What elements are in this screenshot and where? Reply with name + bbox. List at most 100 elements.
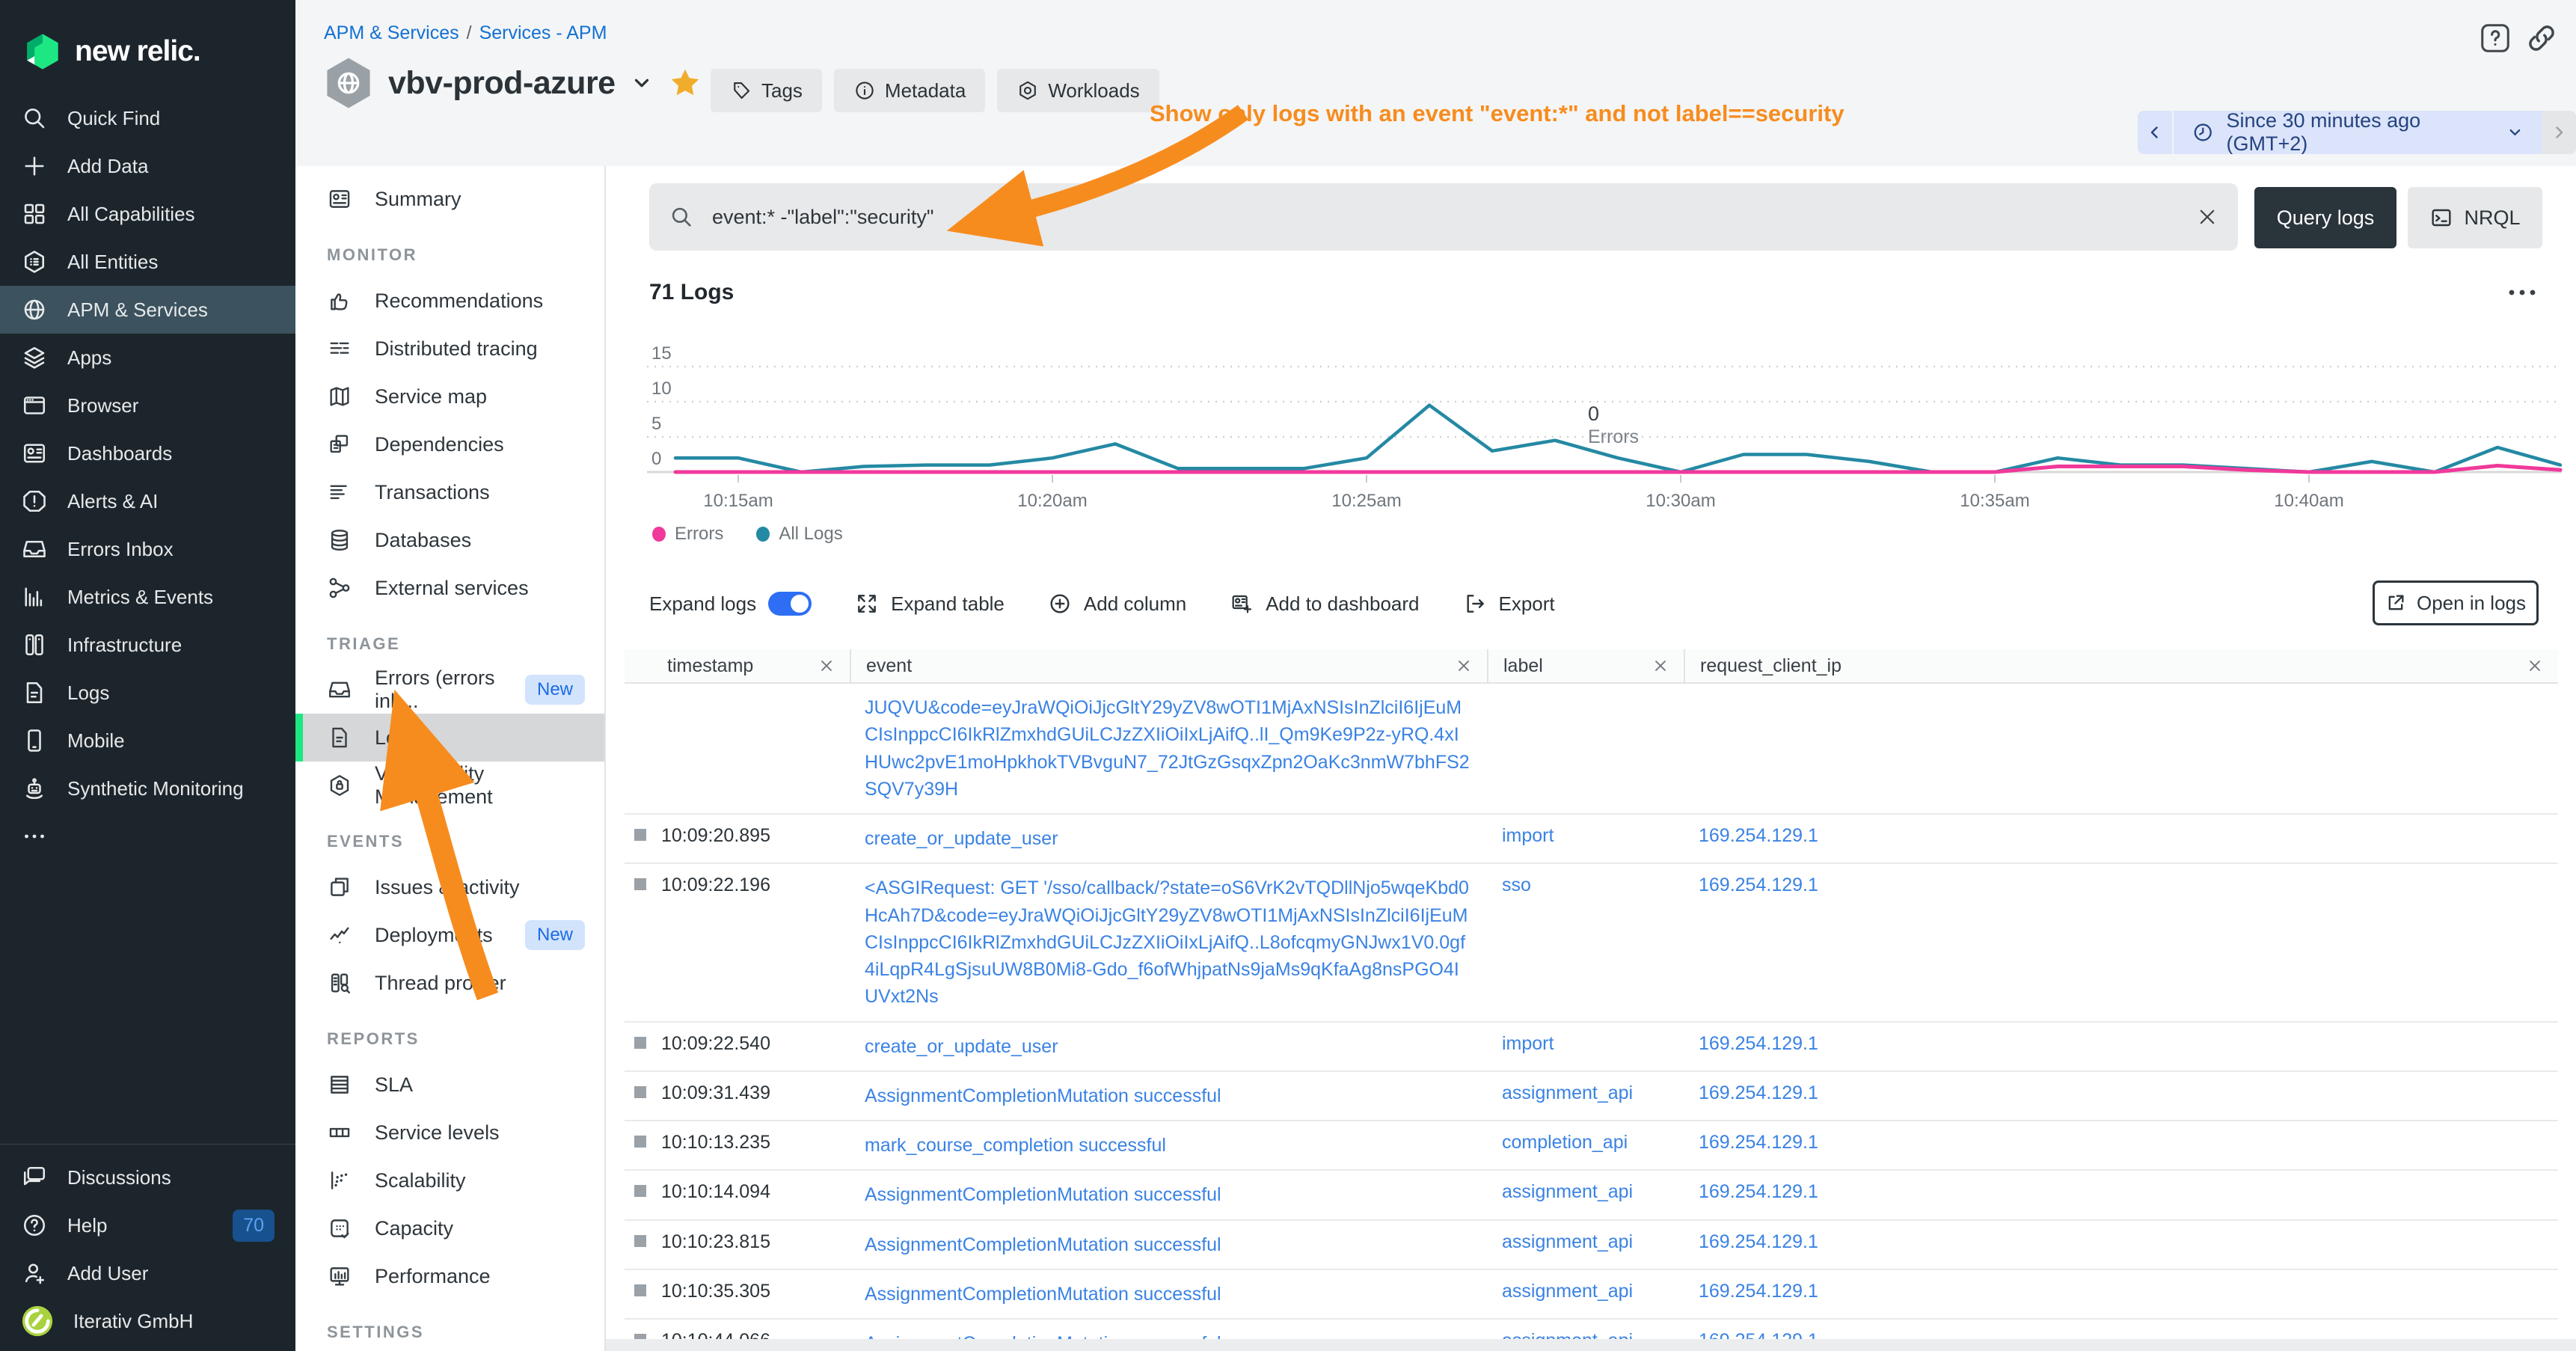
label-link[interactable]: assignment_api bbox=[1502, 1082, 1633, 1103]
sidebar-item-errors-inbox[interactable]: Errors Inbox bbox=[0, 525, 295, 573]
event-link[interactable]: create_or_update_user bbox=[865, 1036, 1058, 1057]
entity-switcher-chevron-down-icon[interactable] bbox=[631, 72, 653, 94]
favorite-star-icon[interactable] bbox=[668, 66, 702, 100]
subnav-item-transactions[interactable]: Transactions bbox=[295, 468, 604, 516]
subnav-item-logs[interactable]: Logs bbox=[295, 714, 604, 762]
sidebar-item-synthetic-monitoring[interactable]: Synthetic Monitoring bbox=[0, 765, 295, 812]
label-link[interactable]: import bbox=[1502, 825, 1554, 846]
column-header-request-client-ip[interactable]: request_client_ip bbox=[1684, 649, 2558, 682]
horizontal-scrollbar-track[interactable] bbox=[606, 1339, 2576, 1351]
event-link[interactable]: mark_course_completion successful bbox=[865, 1135, 1166, 1156]
subnav-item-summary[interactable]: Summary bbox=[295, 175, 604, 223]
log-row[interactable]: 10:10:35.305AssignmentCompletionMutation… bbox=[625, 1270, 2558, 1320]
time-range-value[interactable]: Since 30 minutes ago (GMT+2) bbox=[2174, 111, 2542, 154]
sidebar-footer-item-add-user[interactable]: Add User bbox=[0, 1249, 295, 1297]
log-row[interactable]: 10:10:23.815AssignmentCompletionMutation… bbox=[625, 1221, 2558, 1270]
legend-item-all-logs[interactable]: All Logs bbox=[756, 524, 842, 545]
clear-query-icon[interactable] bbox=[2196, 206, 2218, 228]
open-in-logs-button[interactable]: Open in logs bbox=[2373, 580, 2539, 625]
sidebar-item-add-data[interactable]: Add Data bbox=[0, 142, 295, 190]
log-row[interactable]: 10:09:31.439AssignmentCompletionMutation… bbox=[625, 1072, 2558, 1121]
sidebar-item-apps[interactable]: Apps bbox=[0, 334, 295, 382]
log-row[interactable]: 10:09:20.895create_or_update_userimport1… bbox=[625, 815, 2558, 864]
log-row[interactable]: 10:10:13.235mark_course_completion succe… bbox=[625, 1121, 2558, 1171]
new-relic-logo[interactable]: new relic. bbox=[0, 0, 295, 94]
subnav-item-dependencies[interactable]: Dependencies bbox=[295, 420, 604, 468]
subnav-item-external-services[interactable]: External services bbox=[295, 564, 604, 612]
subnav-item-issues-activity[interactable]: Issues & activity bbox=[295, 863, 604, 911]
log-row[interactable]: 10:09:22.540create_or_update_userimport1… bbox=[625, 1023, 2558, 1072]
log-row[interactable]: 10:10:14.094AssignmentCompletionMutation… bbox=[625, 1171, 2558, 1220]
subnav-item-service-map[interactable]: Service map bbox=[295, 373, 604, 420]
sidebar-item-all-entities[interactable]: All Entities bbox=[0, 238, 295, 286]
label-link[interactable]: import bbox=[1502, 1033, 1554, 1054]
subnav-item-databases[interactable]: Databases bbox=[295, 516, 604, 564]
remove-column-icon[interactable] bbox=[1652, 658, 1669, 674]
column-header-label[interactable]: label bbox=[1487, 649, 1684, 682]
sidebar-item-infrastructure[interactable]: Infrastructure bbox=[0, 621, 295, 669]
sidebar-item-apm-services[interactable]: APM & Services bbox=[0, 286, 295, 334]
subnav-item-errors-errors-inb[interactable]: Errors (errors inb...New bbox=[295, 666, 604, 714]
subnav-item-recommendations[interactable]: Recommendations bbox=[295, 277, 604, 325]
sidebar-footer-item-iterativ-gmbh[interactable]: Iterativ GmbH bbox=[0, 1297, 295, 1345]
log-query-input[interactable] bbox=[711, 205, 2180, 230]
subnav-item-deployments[interactable]: DeploymentsNew bbox=[295, 911, 604, 959]
remove-column-icon[interactable] bbox=[2527, 658, 2543, 674]
label-link[interactable]: sso bbox=[1502, 874, 1531, 895]
ip-link[interactable]: 169.254.129.1 bbox=[1699, 1181, 1818, 1202]
event-link[interactable]: AssignmentCompletionMutation successful bbox=[865, 1085, 1221, 1106]
log-row[interactable]: JUQVU&code=eyJraWQiOiJjcGltY29yZV8wOTI1M… bbox=[625, 684, 2558, 815]
sidebar-item-all-capabilities[interactable]: All Capabilities bbox=[0, 190, 295, 238]
nrql-button[interactable]: NRQL bbox=[2408, 187, 2542, 248]
export-button[interactable]: Export bbox=[1463, 592, 1555, 616]
sidebar-item-alerts-ai[interactable]: Alerts & AI bbox=[0, 477, 295, 525]
remove-column-icon[interactable] bbox=[1456, 658, 1472, 674]
ip-link[interactable]: 169.254.129.1 bbox=[1699, 1082, 1818, 1103]
time-range-picker[interactable]: Since 30 minutes ago (GMT+2) bbox=[2138, 111, 2576, 154]
sidebar-item-dashboards[interactable]: Dashboards bbox=[0, 429, 295, 477]
sidebar-item-logs[interactable]: Logs bbox=[0, 669, 295, 717]
sidebar-item-mobile[interactable]: Mobile bbox=[0, 717, 295, 765]
label-link[interactable]: assignment_api bbox=[1502, 1231, 1633, 1252]
sidebar-footer-item-help[interactable]: Help70 bbox=[0, 1201, 295, 1249]
tags-button[interactable]: Tags bbox=[711, 69, 822, 112]
event-link[interactable]: <ASGIRequest: GET '/sso/callback/?state=… bbox=[865, 877, 1469, 1007]
sidebar-item-metrics-events[interactable]: Metrics & Events bbox=[0, 573, 295, 621]
column-header-event[interactable]: event bbox=[850, 649, 1487, 682]
ip-link[interactable]: 169.254.129.1 bbox=[1699, 1281, 1818, 1302]
expand-logs-toggle[interactable] bbox=[768, 592, 812, 616]
subnav-item-vulnerability-management[interactable]: Vulnerability Management bbox=[295, 762, 604, 809]
sidebar-item-more[interactable] bbox=[0, 812, 295, 860]
subnav-item-capacity[interactable]: Capacity bbox=[295, 1204, 604, 1252]
subnav-item-performance[interactable]: Performance bbox=[295, 1252, 604, 1300]
subnav-item-sla[interactable]: SLA bbox=[295, 1061, 604, 1109]
label-link[interactable]: assignment_api bbox=[1502, 1281, 1633, 1302]
add-to-dashboard-button[interactable]: Add to dashboard bbox=[1230, 592, 1419, 616]
workloads-button[interactable]: Workloads bbox=[997, 69, 1159, 112]
remove-column-icon[interactable] bbox=[818, 658, 835, 674]
legend-item-errors[interactable]: Errors bbox=[652, 524, 723, 545]
event-link[interactable]: AssignmentCompletionMutation successful bbox=[865, 1184, 1221, 1205]
add-column-button[interactable]: Add column bbox=[1048, 592, 1186, 616]
time-range-prev-button[interactable] bbox=[2138, 111, 2174, 154]
ip-link[interactable]: 169.254.129.1 bbox=[1699, 1231, 1818, 1252]
sidebar-item-quick-find[interactable]: Quick Find bbox=[0, 94, 295, 142]
subnav-item-thread-profiler[interactable]: Thread profiler bbox=[295, 959, 604, 1007]
copy-link-icon[interactable] bbox=[2524, 21, 2559, 55]
breadcrumb-link-apm-services[interactable]: APM & Services bbox=[324, 22, 459, 43]
time-range-next-button[interactable] bbox=[2542, 111, 2576, 154]
sidebar-footer-item-discussions[interactable]: Discussions bbox=[0, 1154, 295, 1201]
metadata-button[interactable]: Metadata bbox=[834, 69, 985, 112]
ip-link[interactable]: 169.254.129.1 bbox=[1699, 1132, 1818, 1153]
subnav-item-service-levels[interactable]: Service levels bbox=[295, 1109, 604, 1157]
chart-options-menu-icon[interactable] bbox=[2506, 280, 2539, 305]
ip-link[interactable]: 169.254.129.1 bbox=[1699, 1033, 1818, 1054]
event-link[interactable]: JUQVU&code=eyJraWQiOiJjcGltY29yZV8wOTI1M… bbox=[865, 697, 1470, 800]
query-logs-button[interactable]: Query logs bbox=[2254, 187, 2396, 248]
help-icon[interactable] bbox=[2478, 21, 2512, 55]
event-link[interactable]: AssignmentCompletionMutation successful bbox=[865, 1234, 1221, 1255]
event-link[interactable]: create_or_update_user bbox=[865, 828, 1058, 849]
subnav-item-scalability[interactable]: Scalability bbox=[295, 1157, 604, 1204]
column-header-timestamp[interactable]: timestamp bbox=[625, 649, 850, 682]
label-link[interactable]: completion_api bbox=[1502, 1132, 1628, 1153]
